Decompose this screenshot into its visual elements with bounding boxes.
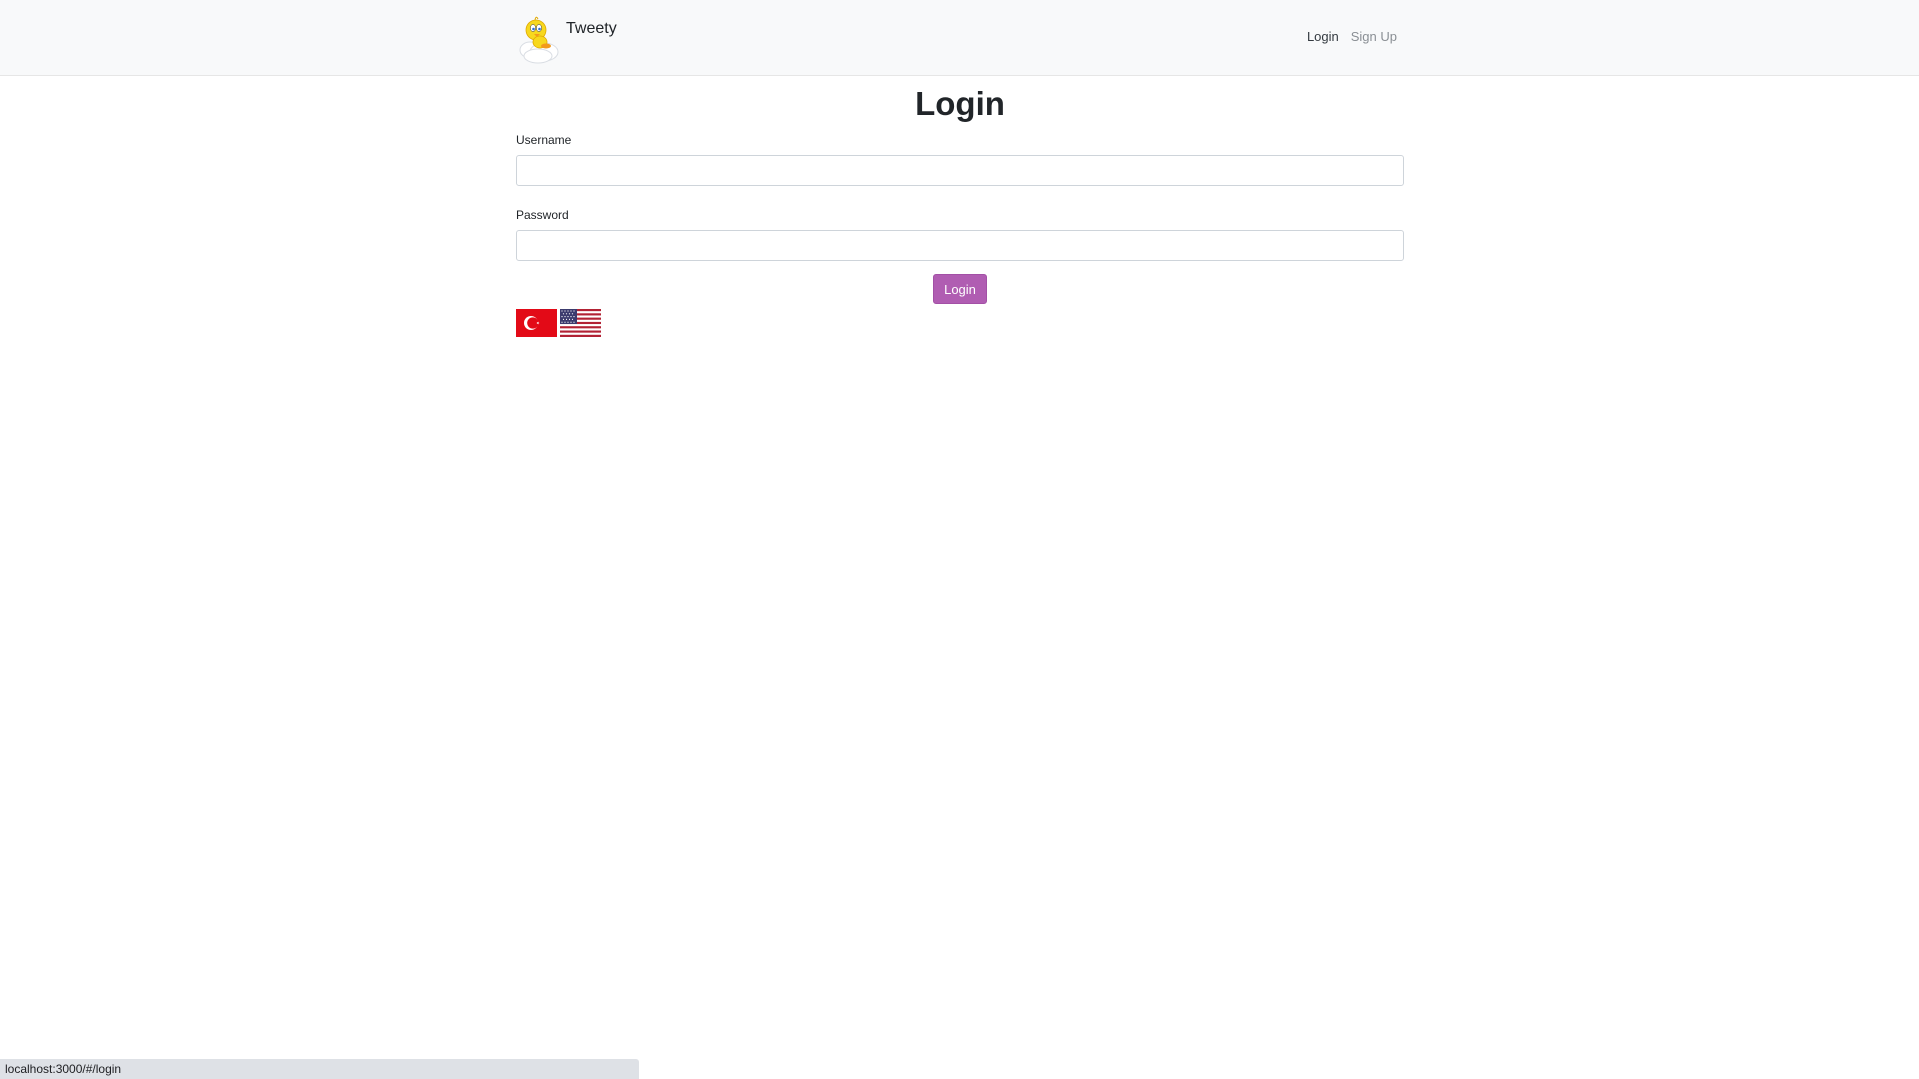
nav-login-link[interactable]: Login — [1307, 29, 1339, 44]
status-url: localhost:3000/#/login — [5, 1062, 122, 1076]
navbar: Tweety Login Sign Up — [0, 0, 1919, 76]
password-input[interactable] — [516, 230, 1404, 261]
turkey-flag-icon[interactable] — [516, 309, 557, 337]
username-input[interactable] — [516, 155, 1404, 186]
login-button[interactable]: Login — [933, 274, 987, 304]
usa-flag-icon[interactable] — [560, 309, 601, 337]
brand-name: Tweety — [566, 20, 617, 37]
username-group: Username — [516, 131, 1404, 186]
nav-links: Login Sign Up — [1307, 29, 1397, 44]
page-title: Login — [915, 85, 1005, 122]
browser-status-bar: localhost:3000/#/login — [0, 1059, 639, 1079]
password-group: Password — [516, 206, 1404, 261]
nav-signup-link[interactable]: Sign Up — [1351, 29, 1397, 44]
username-label: Username — [516, 133, 572, 147]
submit-row: Login — [516, 274, 1404, 304]
login-container: Login Username Password Login — [516, 76, 1404, 337]
tweety-logo-icon — [519, 16, 559, 64]
password-label: Password — [516, 208, 569, 222]
language-selector — [516, 309, 1404, 337]
brand-link[interactable]: Tweety — [516, 10, 617, 64]
